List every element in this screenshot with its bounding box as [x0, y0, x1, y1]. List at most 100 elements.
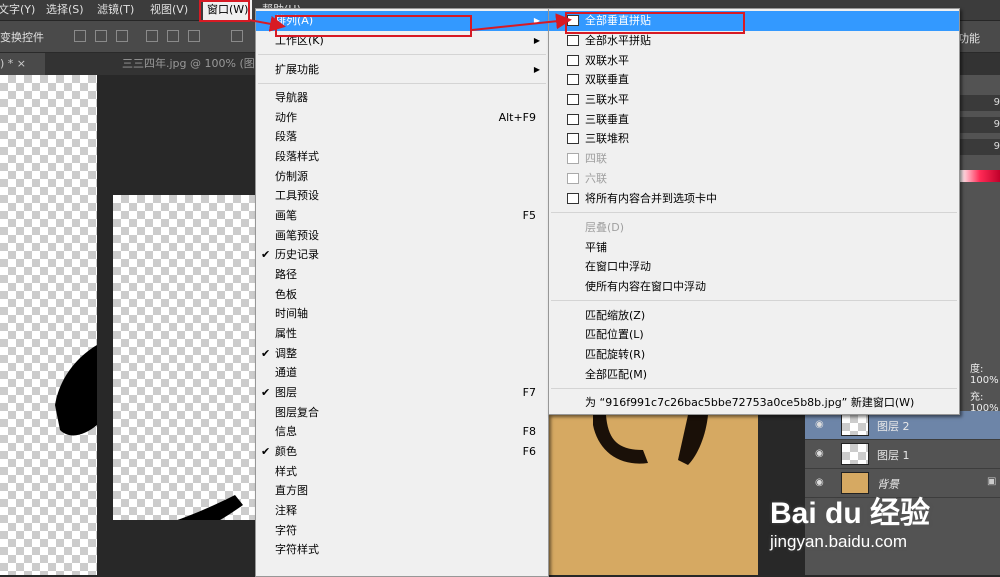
menu-item-history[interactable]: ✔ 历史记录 [256, 245, 548, 265]
submenu-item-float-in-window[interactable]: 在窗口中浮动 [549, 257, 959, 277]
layer-row[interactable]: ◉ 图层 1 [805, 440, 1000, 469]
menu-separator [551, 388, 957, 389]
checkmark-icon: ✔ [261, 386, 271, 399]
menu-item-swatches[interactable]: 色板 [256, 285, 548, 305]
menu-item-brush[interactable]: 画笔 F5 [256, 206, 548, 226]
opacity-field[interactable]: 度: 100% [970, 360, 1000, 386]
two-up-horizontal-icon [567, 55, 579, 66]
align-vcenter-icon[interactable] [95, 30, 107, 42]
arrange-submenu: 全部垂直拼贴 全部水平拼贴 双联水平 双联垂直 三联水平 三联垂直 三联堆积 四… [548, 8, 960, 415]
submenu-item-match-location[interactable]: 匹配位置(L) [549, 325, 959, 345]
watermark-brand: Bai du 经验 [770, 497, 931, 530]
submenu-item-4-up: 四联 [549, 149, 959, 169]
menu-item-properties[interactable]: 属性 [256, 324, 548, 344]
eye-icon[interactable]: ◉ [815, 477, 824, 488]
menu-item-extensions[interactable]: 扩展功能 ▶ [256, 60, 548, 80]
menu-item-styles[interactable]: 样式 [256, 462, 548, 482]
submenu-item-new-window[interactable]: 为 “916f991c7c26bac5bbe72753a0ce5b8b.jpg”… [549, 393, 959, 413]
menu-item-paragraph[interactable]: 段落 [256, 127, 548, 147]
annotation-box-tile-vertical [565, 12, 745, 34]
annotation-box-window-menu [199, 0, 250, 22]
menu-type[interactable]: 文字(Y) [0, 0, 35, 20]
submenu-arrow-icon: ▶ [533, 65, 540, 74]
menu-filter[interactable]: 滤镜(T) [97, 0, 134, 20]
transform-controls-label[interactable]: 变换控件 [0, 29, 44, 45]
layer-name[interactable]: 图层 2 [877, 418, 910, 434]
submenu-arrow-icon: ▶ [533, 36, 540, 45]
menu-item-info[interactable]: 信息 F8 [256, 422, 548, 442]
menu-item-channels[interactable]: 通道 [256, 363, 548, 383]
submenu-item-cascade: 层叠(D) [585, 221, 625, 234]
two-up-vertical-icon [567, 74, 579, 85]
submenu-item-match-zoom[interactable]: 匹配缩放(Z) [549, 306, 959, 326]
eye-icon[interactable]: ◉ [815, 419, 824, 430]
align-left-icon[interactable] [146, 30, 158, 42]
submenu-item-match-rotation[interactable]: 匹配旋转(R) [549, 345, 959, 365]
color-ramp[interactable] [960, 170, 1000, 182]
submenu-item-3-up-stacked[interactable]: 三联堆积 [549, 129, 959, 149]
submenu-item-tile[interactable]: 平铺 [549, 238, 959, 258]
canvas-dark-bottom [113, 520, 255, 575]
submenu-item-6-up: 六联 [549, 169, 959, 189]
window-menu: 排列(A) ▶ 工作区(K) ▶ 扩展功能 ▶ 导航器 动作 Alt+F9 段落 段落样… [255, 8, 549, 577]
panel-value-1[interactable]: 9 [960, 95, 1000, 111]
menu-item-layers[interactable]: ✔ 图层 F7 [256, 383, 548, 403]
checkmark-icon: ✔ [261, 248, 271, 261]
menu-item-notes[interactable]: 注释 [256, 501, 548, 521]
align-top-icon[interactable] [74, 30, 86, 42]
watermark-url: jingyan.baidu.com [770, 532, 908, 551]
submenu-item-3-up-vertical[interactable]: 三联垂直 [549, 110, 959, 130]
three-up-horizontal-icon [567, 94, 579, 105]
menu-item-paragraph-styles[interactable]: 段落样式 [256, 147, 548, 167]
align-bottom-icon[interactable] [116, 30, 128, 42]
tile-horizontal-icon [567, 35, 579, 46]
menu-item-color[interactable]: ✔ 颜色 F6 [256, 442, 548, 462]
menu-item-clone-source[interactable]: 仿制源 [256, 167, 548, 187]
menu-select[interactable]: 选择(S) [46, 0, 84, 20]
panel-value-2[interactable]: 9 [960, 117, 1000, 133]
annotation-box-arrange [275, 15, 472, 37]
submenu-item-match-all[interactable]: 全部匹配(M) [549, 365, 959, 385]
menu-view[interactable]: 视图(V) [150, 0, 188, 20]
distribute-icon[interactable] [231, 30, 243, 42]
menu-item-tool-presets[interactable]: 工具预设 [256, 186, 548, 206]
calligraphy-strokes [55, 345, 243, 553]
menu-item-paths[interactable]: 路径 [256, 265, 548, 285]
tab-document-2[interactable]: 三三四年.jpg @ 100% (图 [122, 53, 255, 75]
submenu-item-consolidate-to-tabs[interactable]: 将所有内容合并到选项卡中 [549, 189, 959, 209]
align-right-icon[interactable] [188, 30, 200, 42]
tab-document-1[interactable]: ) * × [0, 53, 45, 75]
menu-item-brush-presets[interactable]: 画笔预设 [256, 226, 548, 246]
four-up-icon [567, 153, 579, 164]
layer-name[interactable]: 图层 1 [877, 447, 910, 463]
three-up-vertical-icon [567, 114, 579, 125]
menu-separator [258, 54, 546, 55]
submenu-item-3-up-horizontal[interactable]: 三联水平 [549, 90, 959, 110]
workspace-label[interactable]: 功能 [958, 30, 980, 46]
menu-item-character-styles[interactable]: 字符样式 [256, 540, 548, 560]
menu-separator [258, 83, 546, 84]
right-panel: 9 9 9 [960, 75, 1000, 335]
eye-icon[interactable]: ◉ [815, 448, 824, 459]
menu-item-navigator[interactable]: 导航器 [256, 88, 548, 108]
align-hcenter-icon[interactable] [167, 30, 179, 42]
lock-icon: ▣ [987, 476, 997, 487]
menu-item-layer-comps[interactable]: 图层复合 [256, 403, 548, 423]
menu-item-actions[interactable]: 动作 Alt+F9 [256, 108, 548, 128]
checkmark-icon: ✔ [261, 445, 271, 458]
menu-item-timeline[interactable]: 时间轴 [256, 304, 548, 324]
parchment-calligraphy [593, 415, 708, 465]
six-up-icon [567, 173, 579, 184]
submenu-item-2-up-horizontal[interactable]: 双联水平 [549, 51, 959, 71]
submenu-item-float-all-in-windows[interactable]: 使所有内容在窗口中浮动 [549, 277, 959, 297]
menu-separator [551, 212, 957, 213]
panel-value-3[interactable]: 9 [960, 139, 1000, 155]
menu-item-character[interactable]: 字符 [256, 521, 548, 541]
consolidate-tabs-icon [567, 193, 579, 204]
menu-item-adjustments[interactable]: ✔ 调整 [256, 344, 548, 364]
menu-item-histogram[interactable]: 直方图 [256, 481, 548, 501]
submenu-arrow-icon: ▶ [533, 16, 540, 25]
layer-row[interactable]: ◉ 图层 2 [805, 411, 1000, 440]
layer-thumbnail [841, 443, 869, 465]
submenu-item-2-up-vertical[interactable]: 双联垂直 [549, 70, 959, 90]
